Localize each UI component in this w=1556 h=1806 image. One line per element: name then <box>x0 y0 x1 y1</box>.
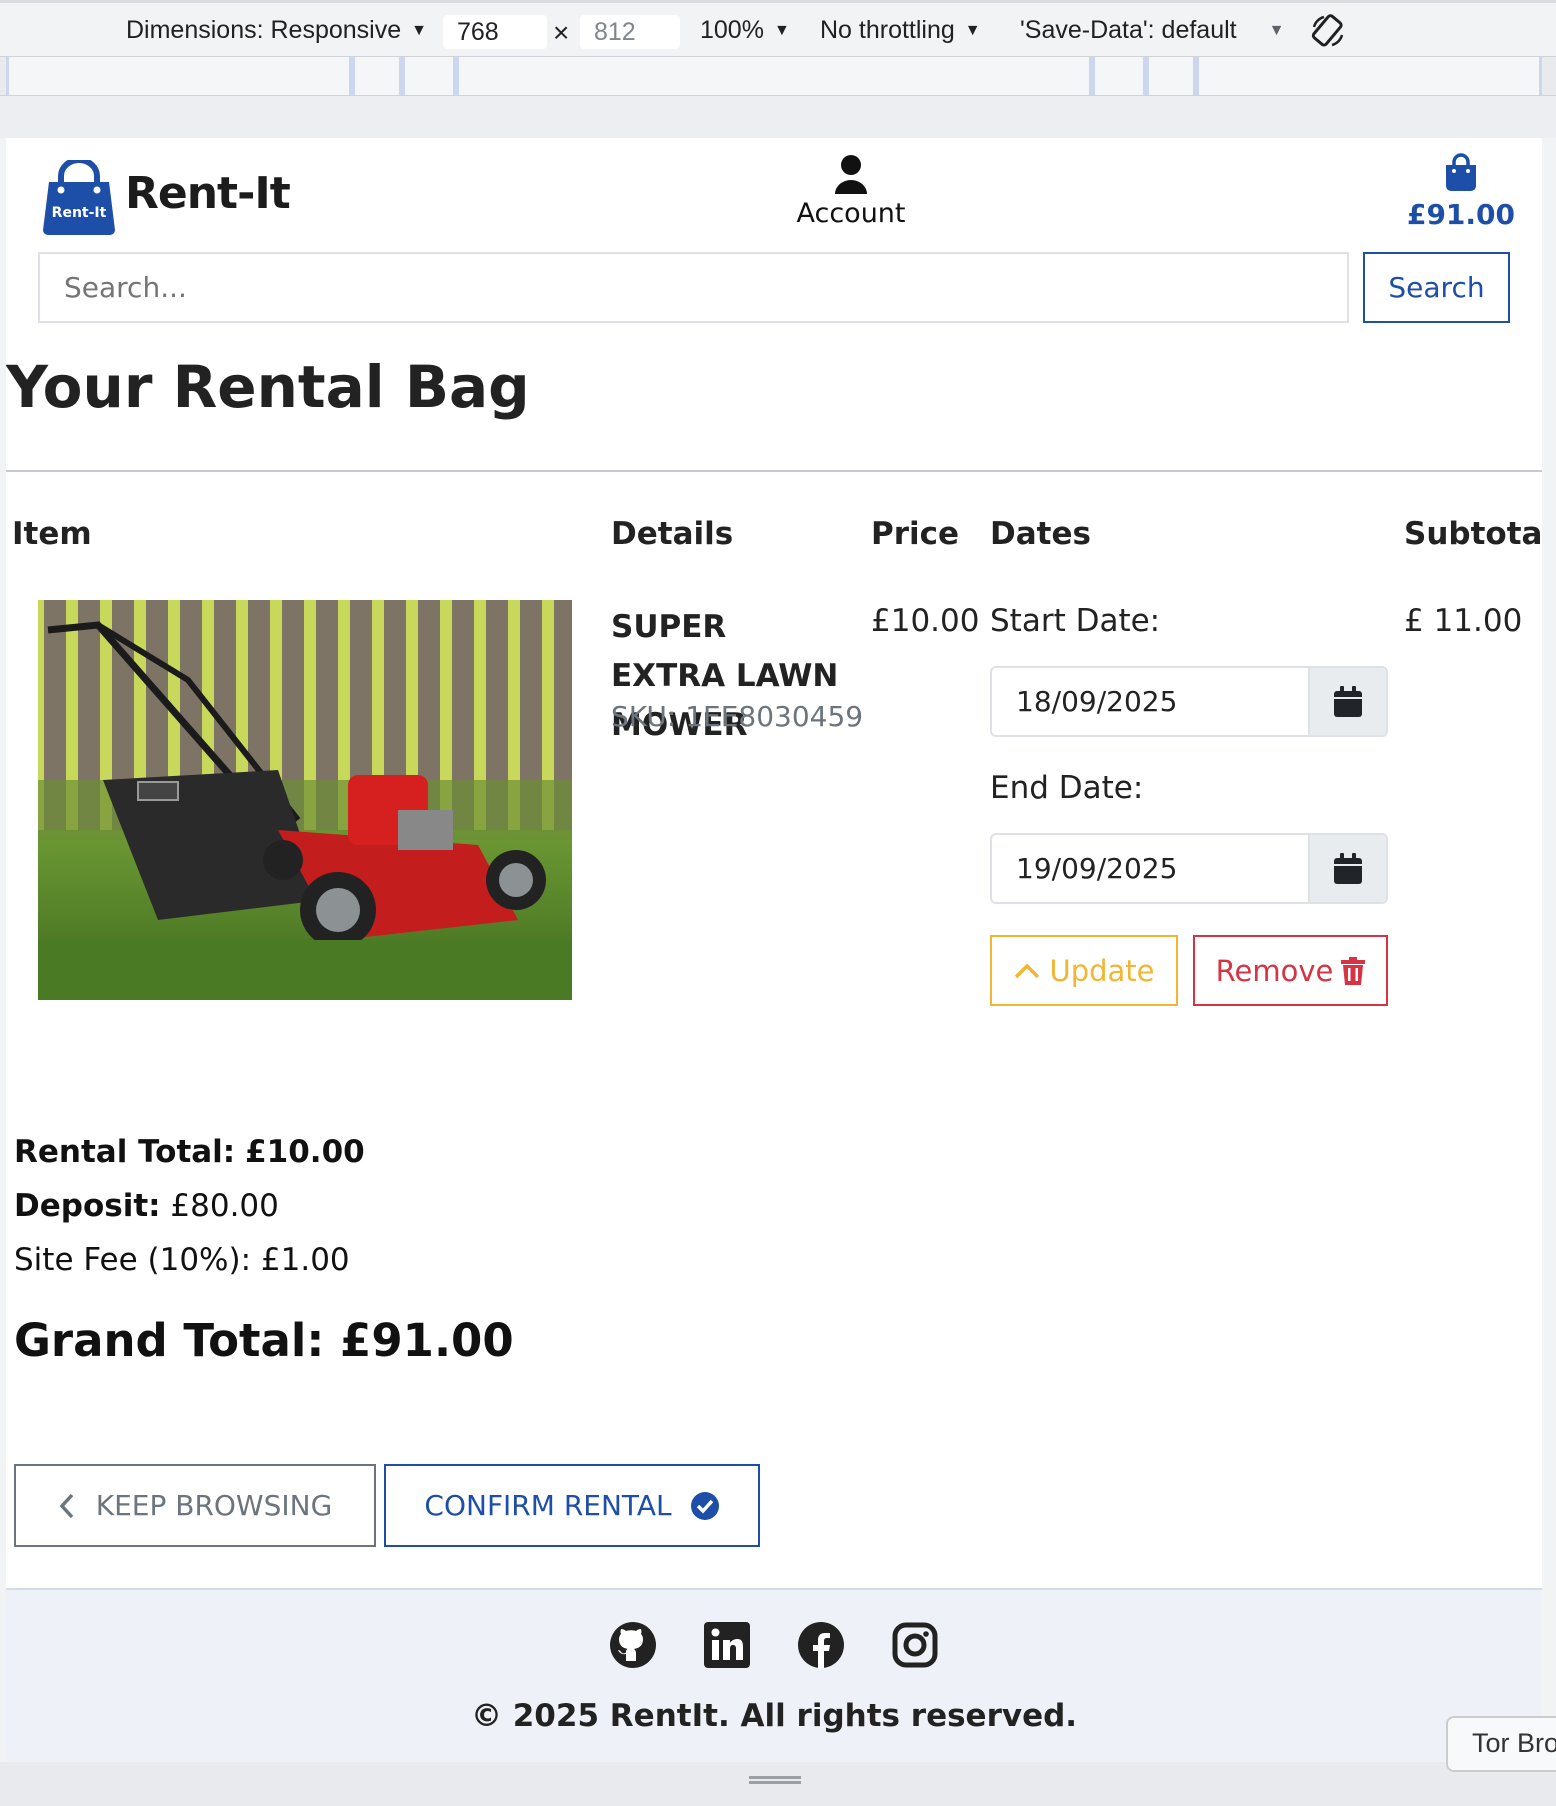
start-date-field[interactable]: 18/09/2025 <box>990 666 1388 737</box>
end-date-label: End Date: <box>990 770 1144 806</box>
devtools-toolbar: Dimensions: Responsive ▼ 768 × 812 100% … <box>0 0 1556 56</box>
bag-total: £91.00 <box>1406 198 1516 231</box>
calendar-icon[interactable] <box>1308 668 1386 735</box>
product-sku: SKU: 1EE8030459 <box>611 700 864 733</box>
media-query-ruler <box>0 56 1556 96</box>
user-icon <box>835 155 867 194</box>
product-subtotal: £ 11.00 <box>1404 603 1523 639</box>
chevron-up-icon <box>1015 963 1040 978</box>
zoom-dropdown[interactable]: 100% ▼ <box>700 16 790 45</box>
remove-button[interactable]: Remove <box>1193 935 1388 1006</box>
confirm-rental-button[interactable]: CONFIRM RENTAL <box>384 1464 760 1547</box>
brand-name[interactable]: Rent-It <box>125 168 291 219</box>
keep-browsing-button[interactable]: KEEP BROWSING <box>14 1464 376 1547</box>
caret-down-icon: ▼ <box>411 21 427 39</box>
viewport-gap <box>0 96 1556 138</box>
header-details: Details <box>611 516 734 552</box>
product-image[interactable] <box>38 600 572 1000</box>
rotate-icon[interactable] <box>1310 13 1346 49</box>
header-dates: Dates <box>990 516 1091 552</box>
throttling-label: No throttling <box>820 16 955 44</box>
ruler-segment[interactable] <box>402 57 456 95</box>
dimensions-label: Dimensions: Responsive <box>126 16 402 44</box>
start-date-value[interactable]: 18/09/2025 <box>992 668 1308 735</box>
product-price: £10.00 <box>871 603 980 639</box>
footer: © 2025 RentIt. All rights reserved. <box>6 1588 1542 1762</box>
confirm-rental-label: CONFIRM RENTAL <box>424 1489 672 1522</box>
search-button[interactable]: Search <box>1363 252 1510 323</box>
update-label: Update <box>1049 953 1155 988</box>
bag-link[interactable]: £91.00 <box>1406 152 1516 231</box>
remove-label: Remove <box>1215 953 1334 988</box>
start-date-label: Start Date: <box>990 603 1161 639</box>
rental-total-label: Rental Total: <box>14 1134 236 1170</box>
social-links <box>6 1620 1542 1670</box>
ruler-segment[interactable] <box>1196 57 1542 95</box>
rental-total: Rental Total: £10.00 <box>14 1134 365 1170</box>
deposit: Deposit: £80.00 <box>14 1188 279 1224</box>
throttling-dropdown[interactable]: No throttling ▼ <box>820 16 981 45</box>
shopping-bag-icon <box>1446 153 1476 191</box>
width-input[interactable]: 768 <box>443 15 547 49</box>
caret-down-icon: ▼ <box>773 21 790 39</box>
instagram-icon[interactable] <box>890 1620 940 1670</box>
deposit-value: £80.00 <box>170 1188 279 1224</box>
header-subtotal: Subtotal <box>1404 516 1542 552</box>
copyright: © 2025 RentIt. All rights reserved. <box>470 1698 1078 1734</box>
caret-down-icon: ▼ <box>1268 21 1285 39</box>
check-circle-icon <box>690 1491 719 1520</box>
facebook-icon[interactable] <box>796 1620 846 1670</box>
divider <box>6 470 1542 472</box>
ruler-segment[interactable] <box>1146 57 1196 95</box>
tooltip: Tor Bro <box>1446 1716 1556 1772</box>
calendar-icon[interactable] <box>1308 835 1386 902</box>
zoom-label: 100% <box>700 16 764 44</box>
save-data-label: 'Save-Data': default <box>1020 16 1237 44</box>
rental-total-value: £10.00 <box>245 1134 365 1170</box>
end-date-field[interactable]: 19/09/2025 <box>990 833 1388 904</box>
account-label: Account <box>796 198 906 229</box>
github-icon[interactable] <box>608 1620 658 1670</box>
caret-down-icon: ▼ <box>964 21 981 39</box>
logo-text: Rent-It <box>52 205 107 221</box>
deposit-label: Deposit: <box>14 1188 161 1224</box>
site-fee: Site Fee (10%): £1.00 <box>14 1242 350 1278</box>
devtools-resize-bar <box>0 1762 1556 1806</box>
ruler-segment[interactable] <box>456 57 1092 95</box>
end-date-value[interactable]: 19/09/2025 <box>992 835 1308 902</box>
times-icon: × <box>553 17 570 48</box>
chevron-left-icon <box>59 1493 73 1518</box>
account-link[interactable]: Account <box>781 154 921 229</box>
trash-icon <box>1341 956 1366 985</box>
page-title: Your Rental Bag <box>6 353 530 421</box>
update-button[interactable]: Update <box>990 935 1178 1006</box>
ruler-segment[interactable] <box>352 57 402 95</box>
dimensions-dropdown[interactable]: Dimensions: Responsive ▼ <box>126 16 427 45</box>
page-viewport: Rent-It Rent-It Account £91.00 Search Yo… <box>6 138 1542 1590</box>
height-input[interactable]: 812 <box>580 15 680 49</box>
grand-total: Grand Total: £91.00 <box>14 1314 514 1367</box>
header-price: Price <box>871 516 960 552</box>
keep-browsing-label: KEEP BROWSING <box>95 1489 333 1522</box>
linkedin-icon[interactable] <box>702 1620 752 1670</box>
search-input[interactable] <box>38 252 1349 323</box>
save-data-dropdown[interactable]: 'Save-Data': default ▼ <box>1020 16 1284 45</box>
ruler-segment[interactable] <box>6 57 352 95</box>
resize-handle[interactable] <box>749 1776 801 1784</box>
header-item: Item <box>12 516 92 552</box>
ruler-segment[interactable] <box>1092 57 1146 95</box>
logo[interactable]: Rent-It <box>39 157 119 236</box>
